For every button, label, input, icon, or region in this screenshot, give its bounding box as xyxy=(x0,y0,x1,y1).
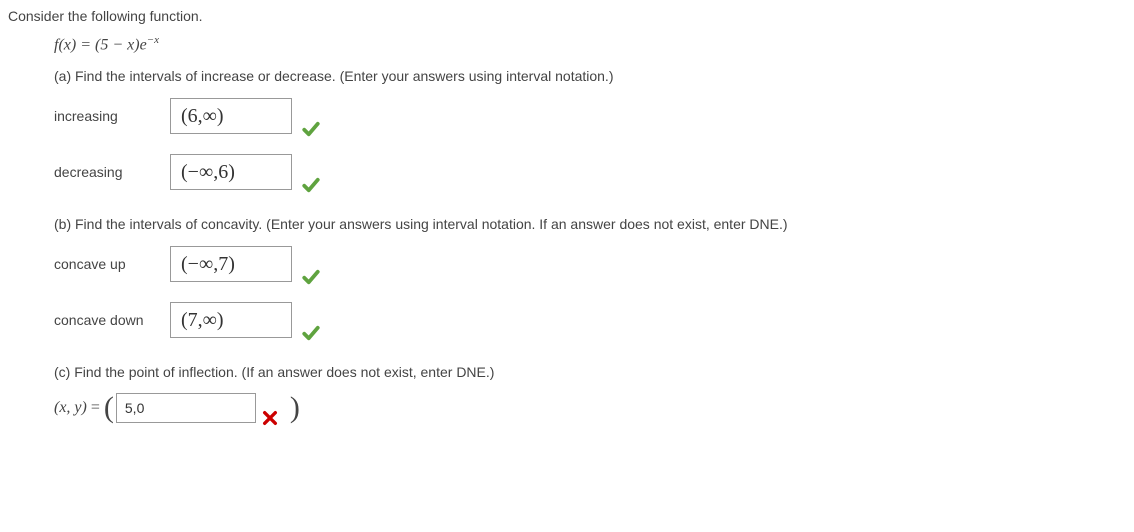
concave-up-input[interactable]: (−∞,7) xyxy=(170,246,292,282)
function-definition: f(x) = (5 − x)e−x xyxy=(54,34,1134,54)
function-rhs-exp: −x xyxy=(147,34,159,46)
increasing-input[interactable]: (6,∞) xyxy=(170,98,292,134)
decreasing-label: decreasing xyxy=(54,164,170,180)
decreasing-row: decreasing (−∞,6) xyxy=(54,150,1134,194)
inflection-input[interactable]: 5,0 xyxy=(116,393,256,423)
concave-down-label: concave down xyxy=(54,312,170,328)
decreasing-input[interactable]: (−∞,6) xyxy=(170,154,292,190)
checkmark-icon xyxy=(302,268,320,286)
concave-up-label: concave up xyxy=(54,256,170,272)
increasing-label: increasing xyxy=(54,108,170,124)
increasing-row: increasing (6,∞) xyxy=(54,94,1134,138)
checkmark-icon xyxy=(302,176,320,194)
part-a-text: (a) Find the intervals of increase or de… xyxy=(54,68,1134,84)
checkmark-icon xyxy=(302,120,320,138)
prompt-text: Consider the following function. xyxy=(8,8,1134,24)
equals-sign: = xyxy=(91,399,100,417)
inflection-lhs: (x, y) xyxy=(54,399,87,417)
function-rhs-base: (5 − x)e xyxy=(95,36,147,53)
concave-up-row: concave up (−∞,7) xyxy=(54,242,1134,286)
open-paren: ( xyxy=(104,393,114,423)
part-b-text: (b) Find the intervals of concavity. (En… xyxy=(54,216,1134,232)
concave-down-row: concave down (7,∞) xyxy=(54,298,1134,342)
close-paren: ) xyxy=(290,393,300,423)
inflection-row: (x, y) = ( 5,0 ) xyxy=(54,390,1134,426)
function-lhs: f xyxy=(54,36,58,53)
part-c-text: (c) Find the point of inflection. (If an… xyxy=(54,364,1134,380)
function-var: x xyxy=(64,36,71,53)
x-icon xyxy=(262,410,278,426)
checkmark-icon xyxy=(302,324,320,342)
concave-down-input[interactable]: (7,∞) xyxy=(170,302,292,338)
